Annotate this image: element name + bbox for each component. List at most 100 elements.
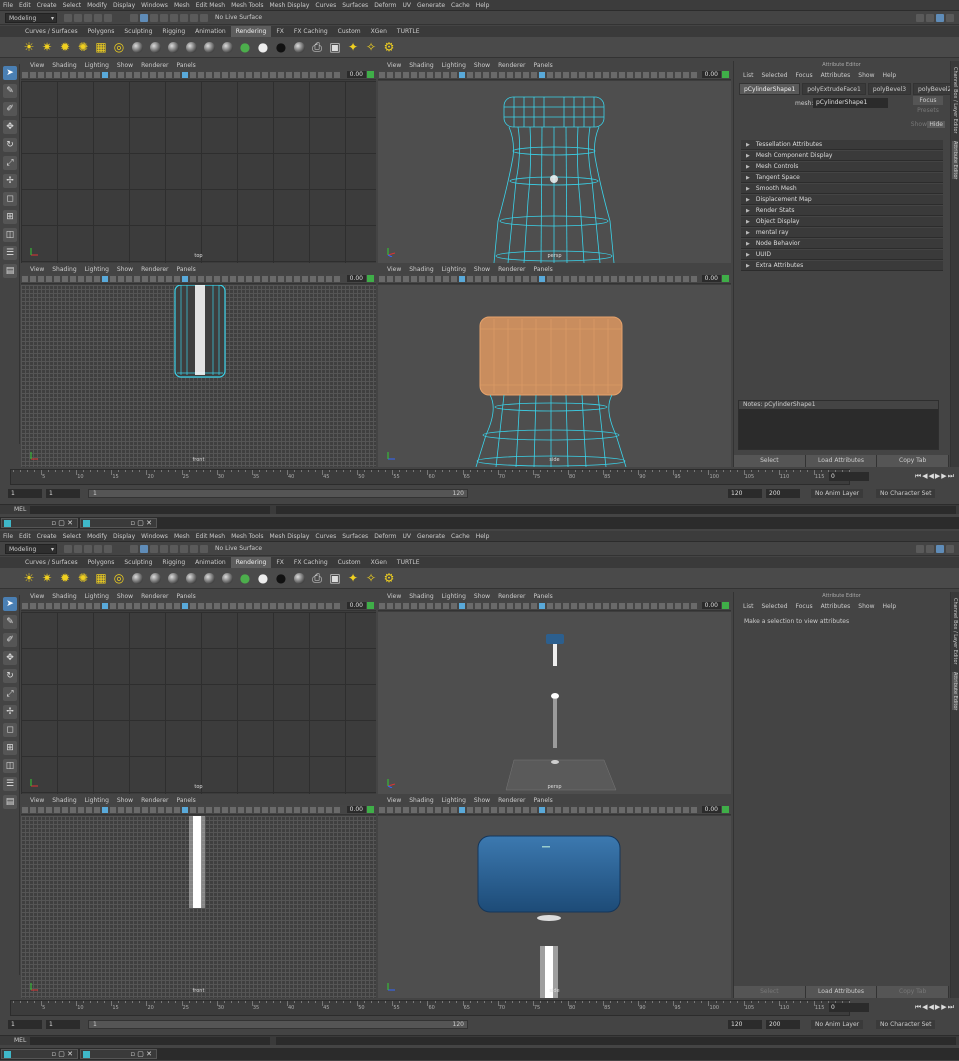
render-frame-icon[interactable]: ✦ (346, 571, 361, 586)
gamma-icon[interactable] (722, 806, 729, 813)
snap-point-icon[interactable] (180, 544, 188, 553)
select-component-icon[interactable] (150, 13, 158, 22)
attribute-editor-icon[interactable] (936, 544, 944, 553)
snap-surface-icon[interactable] (200, 13, 208, 22)
bottle-shaded-persp[interactable] (378, 612, 731, 794)
move-tool-icon[interactable]: ✥ (3, 651, 17, 665)
panel-menu-show[interactable]: Show (470, 266, 494, 273)
lasso-tool-icon[interactable]: ✎ (3, 84, 17, 98)
attribute-editor-tab[interactable]: Attribute Editor (952, 141, 958, 180)
mode-dropdown[interactable]: Modeling ▾ (5, 12, 57, 23)
panel-menu-lighting[interactable]: Lighting (438, 593, 470, 600)
two-pane-icon[interactable]: ◫ (3, 228, 17, 242)
point-light-icon[interactable]: ✹ (58, 571, 73, 586)
panel-menu-renderer[interactable]: Renderer (137, 797, 172, 804)
exposure-value[interactable]: 0.00 (346, 71, 366, 78)
section-tangent-space[interactable]: Tangent Space (741, 173, 943, 183)
select-tool-icon[interactable]: ➤ (3, 66, 17, 80)
panel-layout-icon[interactable] (926, 13, 934, 22)
paint-select-icon[interactable]: ✐ (3, 102, 17, 116)
playback-start-field[interactable]: 1 (46, 489, 80, 498)
viewport-canvas[interactable]: front (21, 816, 376, 998)
minimized-window-2[interactable]: ▫ ▢ ✕ (80, 1049, 157, 1059)
section-node-behavior[interactable]: Node Behavior (741, 239, 943, 249)
camera-icon[interactable]: ⎙ (310, 40, 325, 55)
mel-label[interactable]: MEL (14, 505, 26, 515)
time-slider[interactable]: 5 10 15 20 25 30 35 40 45 50 55 60 65 70 75 80 85 90 95 100… (0, 1000, 959, 1016)
panel-menu-shading[interactable]: Shading (405, 797, 437, 804)
snap-surface-icon[interactable] (200, 544, 208, 553)
phong-material-icon[interactable] (184, 40, 199, 55)
time-ruler[interactable]: 5 10 15 20 25 30 35 40 45 50 55 60 65 70 75 80 85 90 95 100… (10, 1000, 860, 1016)
point-light-icon[interactable]: ✹ (58, 40, 73, 55)
panel-menu-renderer[interactable]: Renderer (494, 62, 529, 69)
channel-box-tab[interactable]: Channel Box / Layer Editor (952, 598, 958, 665)
outliner-icon[interactable]: ☰ (3, 246, 17, 260)
menu-surfaces[interactable]: Surfaces (339, 2, 371, 9)
ae-menu-help[interactable]: Help (878, 603, 900, 610)
viewport-canvas[interactable]: top (21, 81, 376, 263)
menu-edit[interactable]: Edit (16, 533, 34, 540)
shelf-tab-sculpting[interactable]: Sculpting (119, 26, 157, 37)
shelf-tab-custom[interactable]: Custom (333, 557, 366, 568)
viewport-canvas[interactable]: side (378, 816, 731, 998)
time-slider[interactable]: 5 10 15 20 25 30 35 40 45 50 55 60 65 70 75 80 85 90 95 100… (0, 469, 959, 485)
shelf-tab-rigging[interactable]: Rigging (157, 557, 190, 568)
panel-menu-shading[interactable]: Shading (48, 62, 80, 69)
ae-menu-help[interactable]: Help (878, 72, 900, 79)
ambient-light-icon[interactable]: ☀ (22, 40, 37, 55)
section-smooth-mesh[interactable]: Smooth Mesh (741, 184, 943, 194)
viewport-persp[interactable]: View Shading Lighting Show Renderer Panels 0.… (378, 592, 731, 794)
select-tool-icon[interactable]: ➤ (3, 597, 17, 611)
anim-layer-dropdown[interactable]: No Anim Layer (811, 1020, 864, 1029)
menu-cache[interactable]: Cache (448, 533, 473, 540)
ae-menu-attributes[interactable]: Attributes (817, 72, 855, 79)
section-render-stats[interactable]: Render Stats (741, 206, 943, 216)
undo-icon[interactable] (94, 13, 102, 22)
character-set-dropdown[interactable]: No Character Set (876, 489, 936, 498)
new-scene-icon[interactable] (64, 544, 72, 553)
use-background-icon[interactable]: ● (274, 571, 289, 586)
viewport-side[interactable]: View Shading Lighting Show Renderer Panels 0.… (378, 796, 731, 998)
time-ruler[interactable]: 5 10 15 20 25 30 35 40 45 50 55 60 65 70 75 80 85 90 95 100… (10, 469, 860, 485)
gamma-icon[interactable] (722, 275, 729, 282)
scale-tool-icon[interactable]: ⤢ (3, 687, 17, 701)
exposure-value[interactable]: 0.00 (346, 806, 366, 813)
ae-menu-list[interactable]: List (739, 603, 758, 610)
focus-button[interactable]: Focus (913, 96, 943, 105)
menu-display[interactable]: Display (110, 533, 138, 540)
layered-shader-icon[interactable] (220, 571, 235, 586)
menu-cache[interactable]: Cache (448, 2, 473, 9)
panel-menu-panels[interactable]: Panels (172, 797, 199, 804)
directional-light-icon[interactable]: ✷ (40, 571, 55, 586)
blinn-material-icon[interactable] (148, 571, 163, 586)
anisotropic-material-icon[interactable] (130, 40, 145, 55)
shelf-tab-polygons[interactable]: Polygons (83, 557, 120, 568)
panel-menu-renderer[interactable]: Renderer (137, 266, 172, 273)
lambert-material-icon[interactable] (166, 40, 181, 55)
select-button[interactable]: Select (734, 986, 806, 998)
start-frame-field[interactable]: 1 (8, 489, 42, 498)
redo-icon[interactable] (104, 544, 112, 553)
exposure-value[interactable]: 0.00 (346, 275, 366, 282)
ipr-render-icon[interactable]: ✧ (364, 40, 379, 55)
channel-box-tab[interactable]: Channel Box / Layer Editor (952, 67, 958, 134)
panel-menu-view[interactable]: View (383, 797, 405, 804)
ambient-light-icon[interactable]: ☀ (22, 571, 37, 586)
close-icon[interactable]: ▫ ▢ ✕ (51, 1050, 73, 1058)
viewport-canvas[interactable]: persp (378, 612, 731, 794)
menu-file[interactable]: File (0, 533, 16, 540)
close-icon[interactable]: ▫ ▢ ✕ (130, 1050, 152, 1058)
snap-grid-icon[interactable] (160, 544, 168, 553)
panel-menu-show[interactable]: Show (113, 266, 137, 273)
menu-mesh[interactable]: Mesh (171, 533, 193, 540)
snap-point-icon[interactable] (180, 13, 188, 22)
lambert-material-icon[interactable] (166, 571, 181, 586)
section-tessellation[interactable]: Tessellation Attributes (741, 140, 943, 150)
shelf-tab-turtle[interactable]: TURTLE (392, 26, 425, 37)
render-settings-icon[interactable]: ⚙ (382, 571, 397, 586)
graph-pane-icon[interactable]: ▤ (3, 795, 17, 809)
select-hierarchy-icon[interactable] (130, 13, 138, 22)
menu-file[interactable]: File (0, 2, 16, 9)
open-scene-icon[interactable] (74, 544, 82, 553)
